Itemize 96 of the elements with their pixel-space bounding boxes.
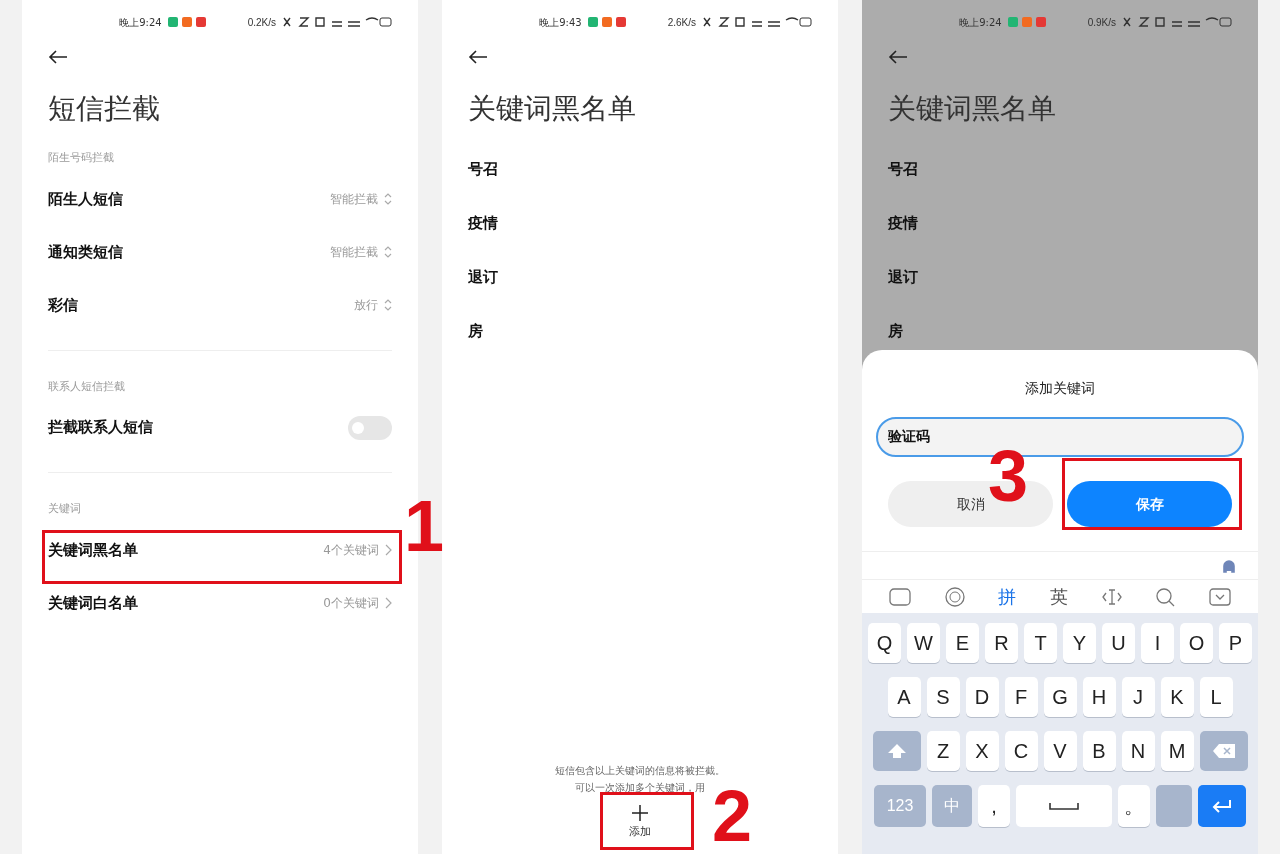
toggle-switch[interactable] — [348, 415, 392, 440]
keyboard-key[interactable]: U — [1102, 623, 1135, 663]
updown-chevron-icon — [384, 299, 392, 311]
keyboard-key[interactable]: Z — [926, 731, 960, 771]
keyboard-key[interactable]: O — [1180, 623, 1213, 663]
keyboard-key[interactable]: C — [1004, 731, 1038, 771]
chevron-right-icon — [385, 544, 392, 556]
keyword-item[interactable]: 疫情 — [862, 196, 1258, 250]
plus-icon — [631, 803, 649, 822]
keyboard-key[interactable]: N — [1121, 731, 1155, 771]
hide-keyboard-icon — [1209, 587, 1232, 606]
row-value: 智能拦截 — [330, 244, 378, 261]
enter-key[interactable] — [1198, 785, 1246, 827]
keyboard-key[interactable]: D — [965, 677, 999, 717]
settings-row[interactable]: 通知类短信 智能拦截 — [22, 225, 418, 279]
keyboard-key[interactable]: H — [1082, 677, 1116, 717]
keyboard-key[interactable]: S — [926, 677, 960, 717]
keyword-item[interactable]: 号召 — [442, 142, 838, 196]
keyboard-key[interactable]: F — [1004, 677, 1038, 717]
row-value: 4个关键词 — [323, 542, 379, 559]
updown-chevron-icon — [384, 193, 392, 205]
chevron-right-icon — [385, 597, 392, 609]
keyboard-key[interactable]: P — [1219, 623, 1252, 663]
shift-arrow-icon — [886, 743, 907, 759]
keyboard-key[interactable]: A — [887, 677, 921, 717]
keyboard-key[interactable]: W — [907, 623, 940, 663]
keyboard-key[interactable]: T — [1024, 623, 1057, 663]
symbol-key[interactable] — [1156, 785, 1192, 827]
keyboard-skin-icon — [888, 587, 911, 606]
row-value: 智能拦截 — [330, 191, 378, 208]
keyword-item[interactable]: 号召 — [862, 142, 1258, 196]
network-speed: 0.9K/s — [1087, 15, 1116, 30]
add-button[interactable]: 添加 — [629, 803, 651, 840]
step-number: 1 — [404, 490, 445, 562]
row-label: 关键词黑名单 — [48, 539, 138, 561]
row-value: 放行 — [354, 297, 378, 314]
row-label: 关键词白名单 — [48, 592, 138, 614]
keyboard-key[interactable]: X — [965, 731, 999, 771]
enter-arrow-icon — [1212, 799, 1232, 813]
page-title: 短信拦截 — [47, 91, 161, 127]
keyboard-key[interactable]: Q — [868, 623, 901, 663]
settings-row[interactable]: 彩信 放行 — [22, 278, 418, 332]
space-bar-icon — [1049, 802, 1079, 810]
keyword-item[interactable]: 退订 — [862, 250, 1258, 304]
keyword-item[interactable]: 疫情 — [442, 196, 838, 250]
status-time: 晚上9:24 — [959, 15, 1002, 30]
back-arrow-icon — [888, 50, 908, 64]
save-button[interactable]: 保存 — [1067, 481, 1232, 527]
page-title: 关键词黑名单 — [887, 91, 1057, 127]
page-title: 关键词黑名单 — [467, 91, 637, 127]
row-label: 彩信 — [48, 294, 78, 316]
hint-text: 短信包含以上关键词的信息将被拦截。 — [555, 763, 725, 778]
cursor-icon — [1101, 587, 1122, 606]
keyboard-key[interactable]: V — [1043, 731, 1077, 771]
keyboard-key[interactable]: G — [1043, 677, 1077, 717]
status-time: 晚上9:43 — [539, 15, 582, 30]
section-header: 联系人短信拦截 — [47, 378, 126, 395]
keyboard-key[interactable]: 。 — [1118, 785, 1150, 827]
settings-row[interactable]: 陌生人短信 智能拦截 — [22, 172, 418, 226]
delete-key[interactable] — [1199, 731, 1248, 771]
keyboard-key[interactable]: L — [1199, 677, 1233, 717]
section-header: 陌生号码拦截 — [47, 150, 115, 166]
settings-row[interactable]: 关键词白名单 0个关键词 — [22, 576, 418, 630]
hint-text: 可以一次添加多个关键词，用 — [575, 780, 705, 795]
keyboard-key[interactable]: K — [1160, 677, 1194, 717]
space-key[interactable] — [1016, 785, 1112, 827]
input-mode-tab[interactable]: 拼 — [998, 583, 1017, 610]
keyboard-key[interactable]: I — [1141, 623, 1174, 663]
keyboard-key[interactable]: M — [1160, 731, 1194, 771]
row-label: 拦截联系人短信 — [48, 417, 153, 439]
keyword-item[interactable]: 退订 — [442, 250, 838, 304]
status-time: 晚上9:24 — [119, 15, 162, 30]
dialog-title: 添加关键词 — [1024, 379, 1096, 398]
keyboard-key[interactable]: Y — [1063, 623, 1096, 663]
row-label: 通知类短信 — [48, 241, 123, 263]
backspace-icon — [1211, 743, 1236, 759]
keyboard-key[interactable]: R — [985, 623, 1018, 663]
keyboard-key[interactable]: , — [978, 785, 1010, 827]
keyboard-key[interactable]: J — [1121, 677, 1155, 717]
network-speed: 2.6K/s — [667, 15, 696, 30]
keyword-item[interactable]: 房 — [442, 304, 838, 358]
back-arrow-icon — [48, 50, 68, 64]
back-arrow-icon — [468, 50, 488, 64]
updown-chevron-icon — [384, 246, 392, 258]
section-header: 关键词 — [47, 501, 82, 517]
emoji-icon — [944, 586, 965, 607]
network-speed: 0.2K/s — [247, 15, 276, 30]
search-icon — [1155, 586, 1176, 607]
row-value: 0个关键词 — [323, 595, 379, 612]
step-number: 2 — [712, 780, 753, 852]
keyboard-key[interactable]: E — [946, 623, 979, 663]
shift-key[interactable] — [872, 731, 921, 771]
input-mode-tab[interactable]: 英 — [1049, 583, 1068, 610]
row-label: 陌生人短信 — [48, 188, 123, 210]
keyboard-key[interactable]: B — [1082, 731, 1116, 771]
settings-row[interactable]: 拦截联系人短信 — [22, 401, 418, 454]
